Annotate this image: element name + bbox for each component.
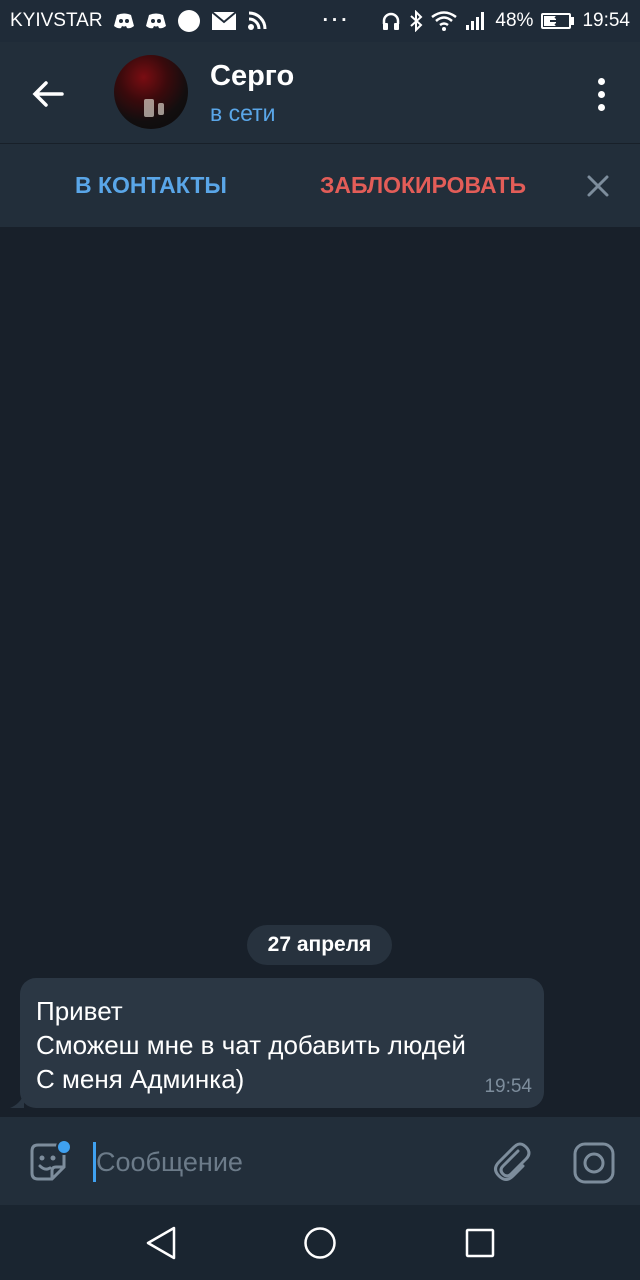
block-user-button[interactable]: ЗАБЛОКИРОВАТЬ (320, 172, 526, 199)
message-composer (0, 1117, 640, 1205)
bubble-tail (10, 1094, 24, 1108)
circle-home-icon (304, 1227, 336, 1259)
online-status: в сети (210, 100, 276, 126)
discord-icon (145, 12, 167, 30)
new-stickers-indicator (56, 1139, 72, 1155)
camera-icon (573, 1142, 615, 1184)
chat-header: Серго в сети (0, 42, 640, 144)
chat-title[interactable]: Серго (210, 60, 294, 93)
battery-icon (541, 13, 575, 29)
message-text-line: Привет (36, 996, 123, 1026)
paperclip-icon (494, 1142, 531, 1181)
message-list[interactable]: 27 апреля Привет Сможеш мне в чат добави… (0, 227, 640, 1117)
signal-icon (465, 11, 487, 31)
more-notifications: ··· (322, 10, 351, 31)
square-recents-icon (465, 1228, 495, 1258)
message-text-line: Сможеш мне в чат добавить людей (36, 1030, 466, 1060)
date-separator: 27 апреля (247, 925, 392, 965)
discord-icon (113, 12, 135, 30)
status-bar: KYIVSTAR ··· 48% 19:54 (0, 0, 640, 42)
headphones-icon (381, 11, 401, 31)
nav-back-button[interactable] (144, 1225, 178, 1261)
battery-percent: 48% (495, 10, 534, 31)
nav-home-button[interactable] (303, 1226, 337, 1260)
carrier-label: KYIVSTAR (10, 10, 103, 31)
message-input[interactable] (96, 1141, 476, 1183)
nav-recents-button[interactable] (464, 1227, 496, 1259)
clock: 19:54 (582, 10, 630, 31)
triangle-back-icon (146, 1226, 176, 1260)
attach-button[interactable] (490, 1139, 534, 1185)
message-text-line: С меня Админка) (36, 1064, 245, 1094)
back-button[interactable] (26, 72, 70, 116)
contact-action-bar: В КОНТАКТЫ ЗАБЛОКИРОВАТЬ (0, 144, 640, 227)
arrow-left-icon (32, 81, 64, 107)
message-time: 19:54 (484, 1076, 532, 1097)
wifi-icon (431, 11, 458, 31)
avatar[interactable] (114, 55, 188, 129)
close-icon (587, 175, 609, 197)
circle-app-icon (177, 9, 201, 33)
more-menu-button[interactable] (586, 72, 616, 116)
camera-button[interactable] (572, 1141, 616, 1185)
rss-icon (247, 11, 267, 31)
message-bubble[interactable]: Привет Сможеш мне в чат добавить людей С… (10, 978, 544, 1108)
system-navigation-bar (0, 1205, 640, 1280)
mail-icon (210, 11, 237, 31)
add-contact-button[interactable]: В КОНТАКТЫ (75, 172, 227, 199)
close-action-bar-button[interactable] (584, 172, 612, 200)
bluetooth-icon (409, 10, 423, 32)
more-vertical-icon (597, 77, 605, 85)
